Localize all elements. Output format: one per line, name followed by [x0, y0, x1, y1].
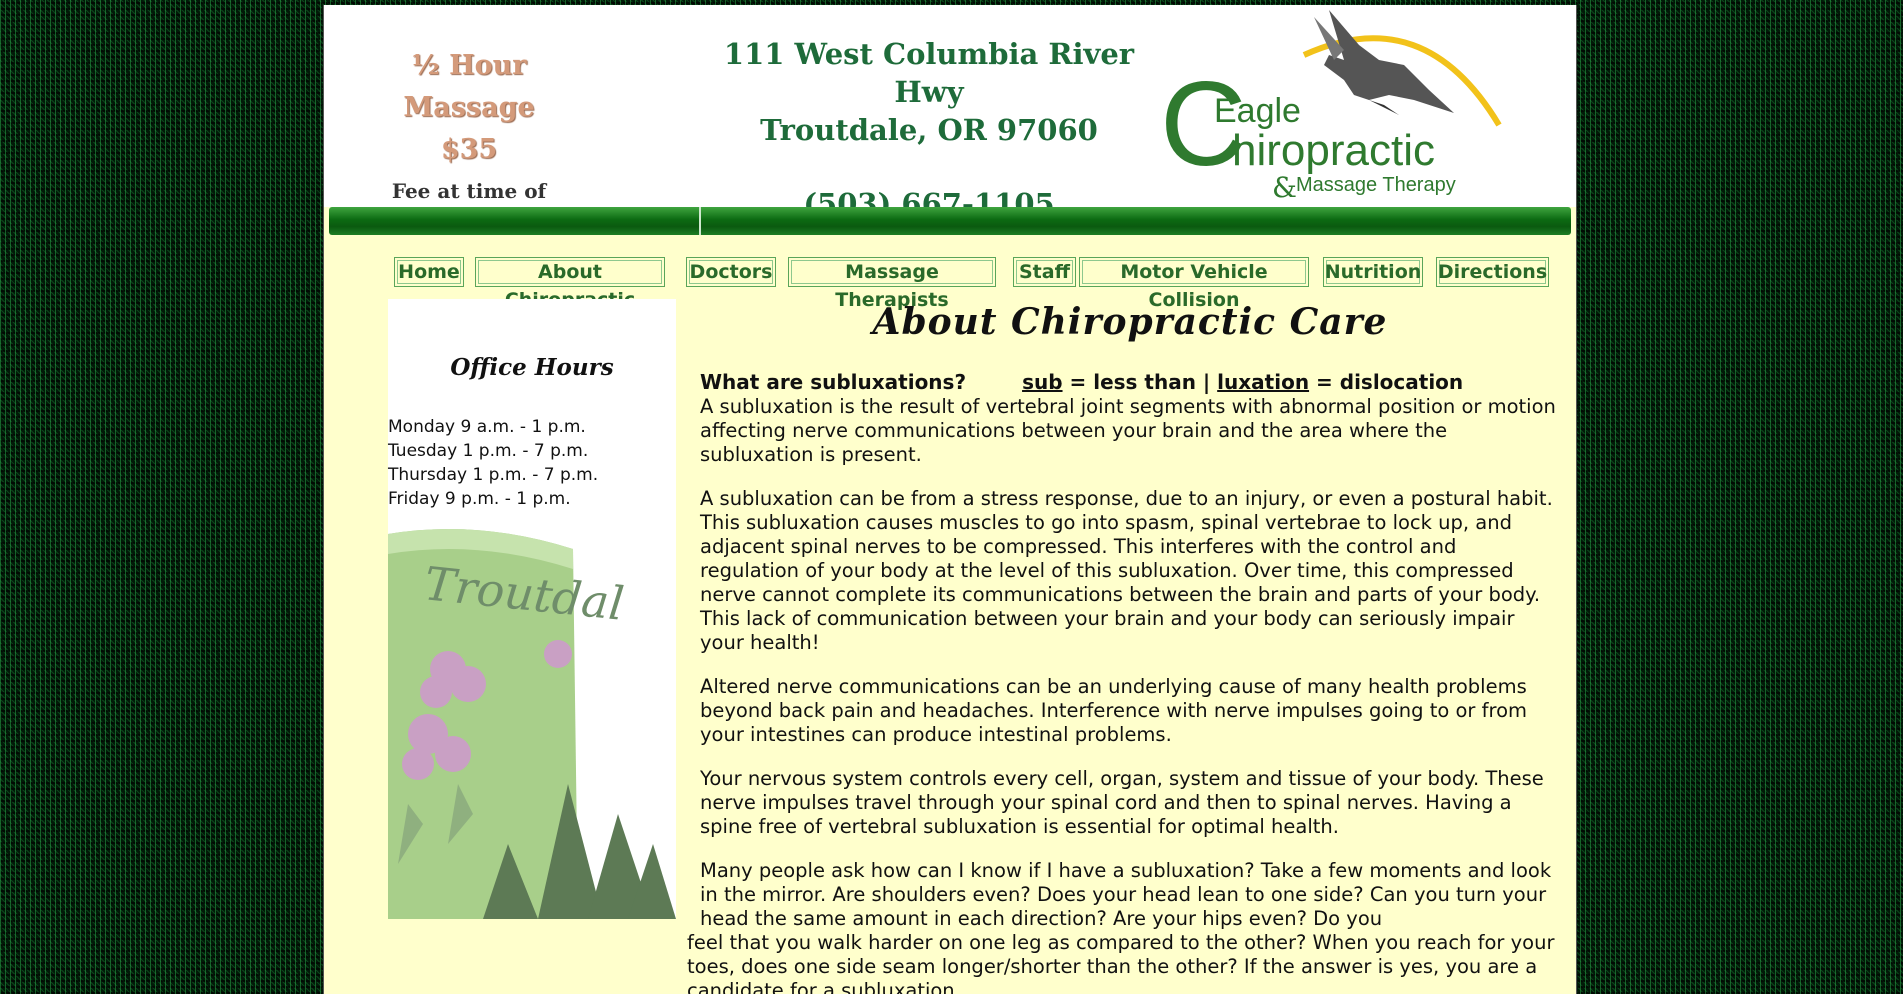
- hours-thursday: Thursday 1 p.m. - 7 p.m.: [388, 465, 599, 485]
- promo-title: ½ Hour Massage: [403, 50, 535, 123]
- paragraph-2: A subluxation can be from a stress respo…: [700, 487, 1553, 654]
- nav-staff[interactable]: Staff: [1013, 257, 1076, 287]
- paragraph-4: Your nervous system controls every cell,…: [700, 767, 1544, 838]
- sub-definition: = less than |: [1062, 370, 1218, 394]
- subluxation-definition: What are subluxations? sub = less than | …: [700, 369, 1560, 395]
- paragraph-5-continued: feel that you walk harder on one leg as …: [687, 931, 1555, 994]
- page-title: About Chiropractic Care: [872, 301, 1388, 343]
- office-hours-list: Monday 9 a.m. - 1 p.m. Tuesday 1 p.m. - …: [388, 415, 598, 511]
- luxation-definition: = dislocation: [1309, 370, 1464, 394]
- eagle-icon: [1314, 10, 1454, 115]
- header-green-bar: [329, 207, 1571, 235]
- office-hours-title: Office Hours: [450, 354, 614, 381]
- address-street: 111 West Columbia River Hwy: [723, 37, 1135, 109]
- nav-massage-therapists[interactable]: Massage Therapists: [788, 257, 996, 311]
- paragraph-5: Many people ask how can I know if I have…: [700, 859, 1552, 930]
- main-nav: Home About Chiropractic Doctors Massage …: [324, 257, 1576, 311]
- office-hours-panel: Office Hours Monday 9 a.m. - 1 p.m. Tues…: [388, 299, 676, 919]
- eagle-chiropractic-logo: C Eagle hiropractic & Massage Therapy: [1160, 10, 1502, 204]
- promo-price: $35: [440, 134, 498, 165]
- page-container: ½ Hour Massage $35 Fee at time of servic…: [323, 5, 1577, 994]
- luxation-term: luxation: [1217, 370, 1310, 394]
- main-content: About Chiropractic Care What are subluxa…: [687, 301, 1560, 994]
- nav-doctors[interactable]: Doctors: [686, 257, 776, 287]
- logo-massage-therapy: Massage Therapy: [1296, 174, 1456, 196]
- logo-amp: &: [1272, 171, 1297, 204]
- address-city: Troutdale, OR 97060: [760, 113, 1098, 147]
- sub-term: sub: [1022, 370, 1063, 394]
- hours-monday: Monday 9 a.m. - 1 p.m.: [388, 417, 586, 437]
- massage-promo: ½ Hour Massage $35 Fee at time of servic…: [354, 45, 584, 227]
- clinic-address: 111 West Columbia River Hwy Troutdale, O…: [704, 35, 1154, 223]
- header: ½ Hour Massage $35 Fee at time of servic…: [324, 5, 1576, 227]
- green-bar-divider: [699, 207, 701, 235]
- hours-friday: Friday 9 p.m. - 1 p.m.: [388, 489, 571, 509]
- nav-nutrition[interactable]: Nutrition: [1323, 257, 1423, 287]
- paragraph-3: Altered nerve communications can be an u…: [700, 675, 1527, 746]
- nav-home[interactable]: Home: [394, 257, 464, 287]
- hours-tuesday: Tuesday 1 p.m. - 7 p.m.: [388, 441, 589, 461]
- nav-directions[interactable]: Directions: [1436, 257, 1549, 287]
- nav-about-chiropractic[interactable]: About Chiropractic: [475, 257, 665, 311]
- water-tower-image: Troutdal: [388, 524, 676, 919]
- logo-hiropractic: hiropractic: [1232, 126, 1435, 175]
- paragraph-1: A subluxation is the result of vertebral…: [700, 395, 1556, 466]
- nav-motor-vehicle-collision[interactable]: Motor Vehicle Collision: [1079, 257, 1309, 311]
- logo-eagle: Eagle: [1214, 92, 1301, 130]
- question-heading: What are subluxations?: [700, 370, 967, 394]
